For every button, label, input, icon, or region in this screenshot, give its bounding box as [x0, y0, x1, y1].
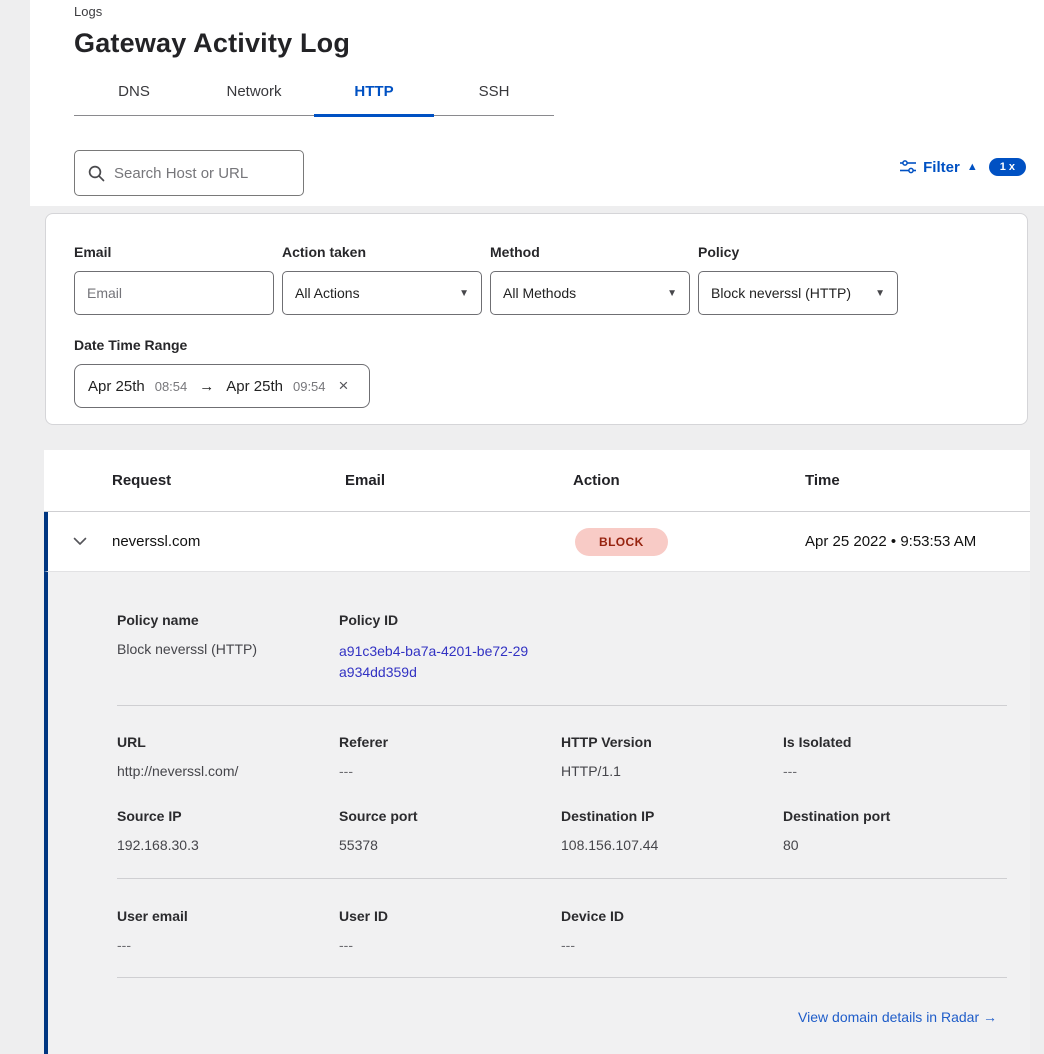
caret-down-icon: ▼	[667, 288, 677, 299]
action-taken-select[interactable]: All Actions ▼	[282, 271, 482, 315]
header-action: Action	[573, 472, 805, 489]
caret-up-icon: ▲	[967, 161, 978, 173]
row-detail-panel: Policy name Block neverssl (HTTP) Policy…	[44, 572, 1030, 1054]
detail-is-isolated: Is Isolated ---	[783, 734, 1007, 779]
status-badge-block: BLOCK	[575, 528, 668, 556]
method-select[interactable]: All Methods ▼	[490, 271, 690, 315]
arrow-right-icon: →	[199, 378, 214, 395]
log-type-tabs: DNS Network HTTP SSH	[74, 78, 554, 116]
table-row[interactable]: neverssl.com BLOCK Apr 25 2022 • 9:53:53…	[44, 512, 1030, 572]
range-end-time[interactable]: 09:54	[293, 379, 326, 394]
date-time-range-control[interactable]: Apr 25th 08:54 → Apr 25th 09:54 ×	[74, 364, 370, 408]
action-taken-label: Action taken	[282, 244, 482, 260]
tab-network[interactable]: Network	[194, 78, 314, 115]
caret-down-icon: ▼	[875, 288, 885, 299]
radar-details-link[interactable]: View domain details in Radar →	[798, 1009, 997, 1025]
policy-select[interactable]: Block neverssl (HTTP) ▼	[698, 271, 898, 315]
detail-url: URL http://neverssl.com/	[117, 734, 339, 779]
filter-toggle-button[interactable]: Filter ▲ 1 x	[900, 158, 1026, 176]
search-input[interactable]	[114, 165, 284, 182]
divider	[117, 705, 1007, 706]
header-email: Email	[345, 472, 573, 489]
tab-dns[interactable]: DNS	[74, 78, 194, 115]
row-expand-toggle[interactable]	[48, 537, 112, 546]
detail-user-id: User ID ---	[339, 908, 561, 953]
date-time-range-label: Date Time Range	[74, 337, 999, 353]
method-field: Method All Methods ▼	[490, 244, 690, 315]
action-taken-field: Action taken All Actions ▼	[282, 244, 482, 315]
email-filter-label: Email	[74, 244, 274, 260]
range-end-date[interactable]: Apr 25th	[226, 378, 283, 395]
filter-count-badge: 1 x	[989, 158, 1026, 176]
search-host-url-box[interactable]	[74, 150, 304, 196]
divider	[117, 977, 1007, 978]
detail-destination-port: Destination port 80	[783, 808, 1007, 853]
header-time: Time	[805, 472, 1030, 489]
filter-label: Filter	[923, 159, 960, 176]
row-time: Apr 25 2022 • 9:53:53 AM	[805, 533, 1030, 550]
range-start-date[interactable]: Apr 25th	[88, 378, 145, 395]
page-title: Gateway Activity Log	[74, 28, 350, 59]
detail-source-port: Source port 55378	[339, 808, 561, 853]
filter-panel: Email Action taken All Actions ▼ Method …	[45, 213, 1028, 425]
email-filter-input[interactable]	[74, 271, 274, 315]
detail-user-email: User email ---	[117, 908, 339, 953]
filter-sliders-icon	[900, 160, 916, 174]
email-filter-field: Email	[74, 244, 274, 315]
detail-source-ip: Source IP 192.168.30.3	[117, 808, 339, 853]
detail-http-version: HTTP Version HTTP/1.1	[561, 734, 783, 779]
detail-policy-id: Policy ID a91c3eb4-ba7a-4201-be72-29a934…	[339, 612, 561, 683]
range-start-time[interactable]: 08:54	[155, 379, 188, 394]
close-icon[interactable]: ×	[339, 376, 349, 396]
caret-down-icon: ▼	[459, 288, 469, 299]
header-request: Request	[112, 472, 345, 489]
gateway-activity-log-page: Logs Gateway Activity Log DNS Network HT…	[0, 0, 1044, 1054]
page-header: Logs Gateway Activity Log DNS Network HT…	[30, 0, 1044, 206]
policy-id-link[interactable]: a91c3eb4-ba7a-4201-be72-29a934dd359d	[339, 641, 535, 683]
divider	[117, 878, 1007, 879]
search-icon	[88, 165, 105, 182]
chevron-down-icon	[73, 537, 87, 546]
detail-destination-ip: Destination IP 108.156.107.44	[561, 808, 783, 853]
row-request: neverssl.com	[112, 533, 345, 550]
tab-http[interactable]: HTTP	[314, 78, 434, 115]
table-header-row: Request Email Action Time	[44, 450, 1030, 512]
tab-ssh[interactable]: SSH	[434, 78, 554, 115]
breadcrumb: Logs	[74, 4, 102, 19]
detail-device-id: Device ID ---	[561, 908, 783, 953]
method-label: Method	[490, 244, 690, 260]
detail-referer: Referer ---	[339, 734, 561, 779]
policy-field: Policy Block neverssl (HTTP) ▼	[698, 244, 898, 315]
activity-log-table: Request Email Action Time neverssl.com B…	[44, 450, 1030, 1054]
policy-label: Policy	[698, 244, 898, 260]
detail-policy-name: Policy name Block neverssl (HTTP)	[117, 612, 339, 683]
